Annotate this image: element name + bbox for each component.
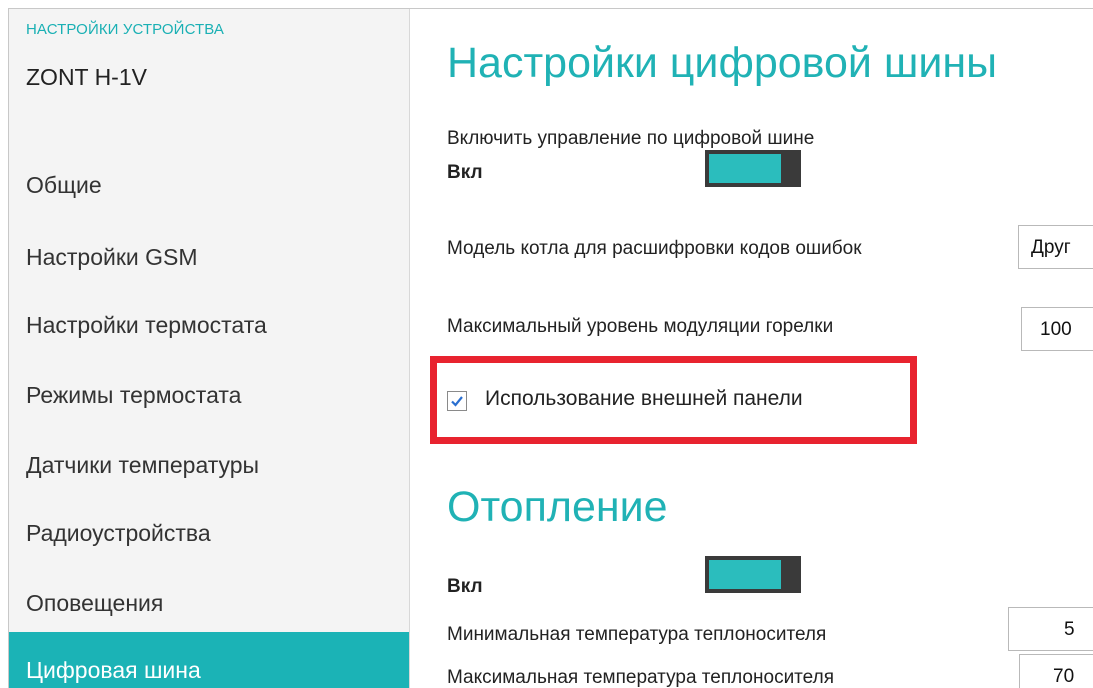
sidebar-item-notifications[interactable]: Оповещения [26, 590, 163, 617]
toggle-thumb[interactable] [785, 150, 801, 187]
min-temp-input[interactable]: 5 [1008, 607, 1093, 651]
heating-toggle[interactable] [705, 556, 801, 593]
sidebar-item-radio-devices[interactable]: Радиоустройства [26, 520, 211, 547]
sidebar-item-gsm[interactable]: Настройки GSM [26, 244, 198, 271]
checkmark-icon [451, 396, 463, 407]
max-modulation-label: Максимальный уровень модуляции горелки [447, 316, 834, 337]
section-heating-title: Отопление [447, 483, 668, 531]
boiler-model-label: Модель котла для расшифровки кодов ошибо… [447, 238, 862, 259]
enable-digital-bus-state: Вкл [447, 162, 483, 183]
heating-state: Вкл [447, 576, 483, 597]
digital-bus-toggle[interactable] [705, 150, 801, 187]
toggle-fill [709, 560, 781, 589]
sidebar [9, 9, 409, 688]
main-panel: Настройки цифровой шины Включить управле… [410, 9, 1093, 688]
device-name: ZONT H-1V [26, 64, 147, 90]
toggle-thumb[interactable] [785, 556, 801, 593]
sidebar-item-label: Цифровая шина [26, 657, 201, 683]
max-temp-label: Максимальная температура теплоносителя [447, 667, 834, 688]
min-temp-label: Минимальная температура теплоносителя [447, 624, 827, 645]
enable-digital-bus-label: Включить управление по цифровой шине [447, 128, 815, 149]
sidebar-item-thermostat-settings[interactable]: Настройки термостата [26, 312, 267, 339]
sidebar-item-general[interactable]: Общие [26, 172, 102, 199]
max-modulation-input[interactable]: 100 [1021, 307, 1093, 351]
page-title: Настройки цифровой шины [447, 39, 998, 87]
sidebar-caption: НАСТРОЙКИ УСТРОЙСТВА [26, 21, 224, 38]
boiler-model-select[interactable]: Друг [1018, 225, 1093, 269]
sidebar-item-thermostat-modes[interactable]: Режимы термостата [26, 382, 241, 409]
max-temp-input[interactable]: 70 [1019, 654, 1093, 688]
external-panel-label: Использование внешней панели [485, 387, 803, 410]
sidebar-item-digital-bus[interactable]: Цифровая шина [9, 632, 409, 688]
external-panel-checkbox[interactable] [447, 391, 467, 411]
toggle-fill [709, 154, 781, 183]
sidebar-item-temperature-sensors[interactable]: Датчики температуры [26, 452, 259, 479]
